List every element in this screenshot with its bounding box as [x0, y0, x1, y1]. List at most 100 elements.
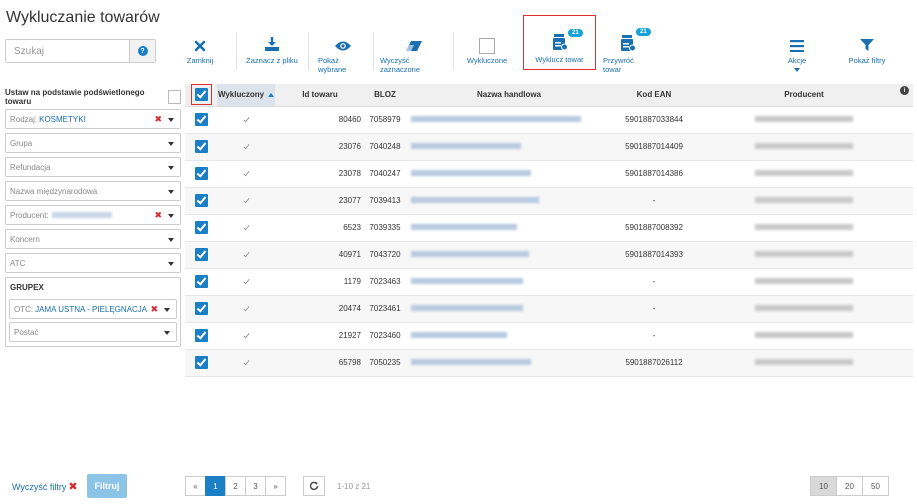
- page-first-button[interactable]: «: [185, 476, 206, 496]
- row-checkbox[interactable]: [194, 194, 208, 207]
- page-3-button[interactable]: 3: [245, 476, 266, 496]
- row-checkbox[interactable]: [194, 275, 208, 288]
- show-selected-button[interactable]: Pokaż wybrane: [318, 34, 368, 74]
- highlighted-item-label: Ustaw na podstawie podświetlonego towaru: [5, 88, 145, 106]
- filter-producent-label: Producent:: [10, 210, 49, 220]
- table-row[interactable]: 20474 7023461 -: [185, 295, 913, 323]
- page-size-10[interactable]: 10: [810, 476, 837, 496]
- row-name-cell: [405, 187, 613, 215]
- actions-label: Akcje: [787, 56, 807, 65]
- header-producent[interactable]: Producent i: [695, 84, 913, 107]
- row-name-redacted: [411, 224, 517, 230]
- header-nazwa[interactable]: Nazwa handlowa: [405, 84, 613, 107]
- table-row[interactable]: 23077 7039413 -: [185, 187, 913, 215]
- refresh-button[interactable]: [303, 476, 325, 496]
- row-checkbox[interactable]: [194, 140, 208, 153]
- clear-filters-link[interactable]: Wyczyść filtry ✖: [12, 480, 78, 493]
- filter-koncern[interactable]: Koncern: [5, 229, 181, 249]
- table-row[interactable]: 65798 7050235 5901887026112: [185, 349, 913, 377]
- table-row[interactable]: 21927 7023460 -: [185, 322, 913, 350]
- row-checkbox[interactable]: [194, 113, 208, 126]
- filter-rodzaj[interactable]: Rodzaj: KOSMETYKI ✖: [5, 109, 181, 129]
- filter-nazwa-miedzynarodowa[interactable]: Nazwa międzynarodowa: [5, 181, 181, 201]
- show-selected-label: Pokaż wybrane: [318, 56, 347, 74]
- search-help-button[interactable]: ?: [129, 40, 155, 62]
- row-checkbox[interactable]: [194, 248, 208, 261]
- header-id[interactable]: Id towaru: [275, 84, 365, 107]
- row-select-cell: [185, 241, 217, 269]
- excluded-toggle[interactable]: Wykluczone: [465, 34, 509, 65]
- clear-selected-button[interactable]: Wyczyść zaznaczone: [380, 34, 448, 74]
- row-producer-redacted: [755, 332, 853, 338]
- actions-menu-button[interactable]: Akcje: [785, 34, 809, 72]
- filter-postac[interactable]: Postać: [9, 322, 177, 342]
- row-select-cell: [185, 133, 217, 161]
- table-row[interactable]: 6523 7039335 5901887008392: [185, 214, 913, 242]
- restore-item-button[interactable]: 21 Przywróć towar: [603, 28, 653, 74]
- row-bloz: 7039335: [365, 214, 405, 242]
- filter-otc[interactable]: OTC: JAMA USTNA - PIELĘGNACJA ✖: [9, 299, 177, 319]
- row-id: 23078: [275, 160, 365, 188]
- page-size-50[interactable]: 50: [862, 476, 889, 496]
- check-icon: [242, 142, 250, 150]
- hamburger-icon: [790, 34, 804, 52]
- clear-icon[interactable]: ✖: [150, 305, 158, 314]
- info-icon[interactable]: i: [900, 86, 909, 95]
- chevron-down-icon: [168, 118, 174, 122]
- table-row[interactable]: 80460 7058979 5901887033844: [185, 106, 913, 134]
- select-from-file-button[interactable]: Zaznacz z pliku: [245, 34, 299, 65]
- row-checkbox[interactable]: [194, 302, 208, 315]
- row-checkbox[interactable]: [194, 167, 208, 180]
- filter-button[interactable]: Filtruj: [87, 474, 127, 498]
- page-last-button[interactable]: »: [265, 476, 286, 496]
- row-checkbox[interactable]: [194, 329, 208, 342]
- table-row[interactable]: 40971 7043720 5901887014393: [185, 241, 913, 269]
- row-producer-redacted: [755, 359, 853, 365]
- row-name-cell: [405, 133, 613, 161]
- filter-atc[interactable]: ATC: [5, 253, 181, 273]
- table-row[interactable]: 23076 7040248 5901887014409: [185, 133, 913, 161]
- filter-otc-label: OTC:: [14, 304, 34, 314]
- row-id: 6523: [275, 214, 365, 242]
- exclude-item-button[interactable]: 21 Wyklucz towar: [523, 15, 596, 70]
- close-button[interactable]: Zamknij: [187, 34, 213, 65]
- check-icon: [242, 331, 250, 339]
- pill-box-icon: [620, 34, 636, 52]
- row-ean: -: [613, 295, 695, 323]
- table-row[interactable]: 1179 7023463 -: [185, 268, 913, 296]
- row-producer-redacted: [755, 278, 853, 284]
- excluded-checkbox[interactable]: [479, 34, 495, 54]
- row-ean: -: [613, 268, 695, 296]
- row-producer-cell: [695, 349, 913, 377]
- table-header-row: Wykluczony Id towaru BLOZ Nazwa handlowa…: [185, 84, 913, 107]
- row-bloz: 7039413: [365, 187, 405, 215]
- row-id: 80460: [275, 106, 365, 134]
- page-1-button[interactable]: 1: [205, 476, 226, 496]
- row-excluded-cell: [217, 106, 275, 134]
- row-checkbox[interactable]: [194, 356, 208, 369]
- select-all-checkbox[interactable]: [194, 88, 208, 102]
- page-title: Wykluczanie towarów: [6, 9, 160, 26]
- header-bloz[interactable]: BLOZ: [365, 84, 405, 107]
- filter-grupa[interactable]: Grupa: [5, 133, 181, 153]
- page-size-20[interactable]: 20: [836, 476, 863, 496]
- filter-refundacja[interactable]: Refundacja: [5, 157, 181, 177]
- header-wykluczony[interactable]: Wykluczony: [217, 84, 275, 107]
- filter-rodzaj-value: KOSMETYKI: [39, 114, 86, 124]
- row-name-cell: [405, 241, 613, 269]
- table-row[interactable]: 23078 7040247 5901887014386: [185, 160, 913, 188]
- row-ean: -: [613, 322, 695, 350]
- filter-producent[interactable]: Producent: ✖: [5, 205, 181, 225]
- clear-icon[interactable]: ✖: [154, 115, 162, 124]
- clear-icon[interactable]: ✖: [154, 211, 162, 220]
- header-ean[interactable]: Kod EAN: [613, 84, 695, 107]
- search-input[interactable]: [6, 40, 128, 62]
- row-checkbox[interactable]: [194, 221, 208, 234]
- clear-icon: ✖: [68, 481, 78, 493]
- show-filters-button[interactable]: Pokaż filtry: [847, 34, 887, 65]
- products-table: Wykluczony Id towaru BLOZ Nazwa handlowa…: [185, 84, 913, 377]
- row-name-redacted: [411, 143, 521, 149]
- row-name-redacted: [411, 305, 523, 311]
- page-2-button[interactable]: 2: [225, 476, 246, 496]
- highlighted-item-checkbox[interactable]: [167, 90, 181, 104]
